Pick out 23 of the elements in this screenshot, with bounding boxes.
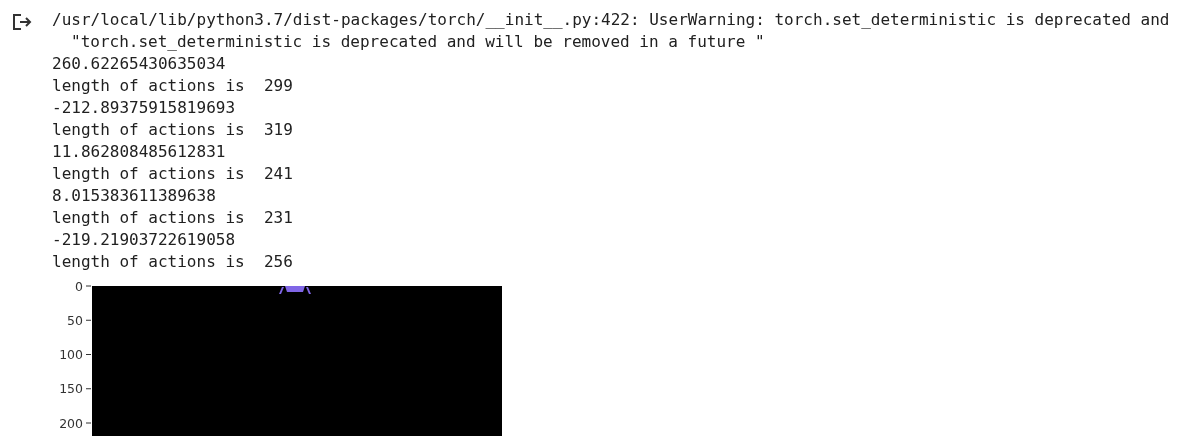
tick-mark (85, 285, 92, 287)
tick-label: 200 (59, 415, 83, 431)
output-line: length of actions is 241 (52, 163, 293, 185)
tick-label: 100 (59, 347, 83, 362)
output-line: length of actions is 319 (52, 119, 293, 141)
output-line: "torch.set_deterministic is deprecated and will be removed in a future " (70, 31, 765, 53)
output-line: -212.89375915819693 (52, 97, 236, 119)
tick-mark (85, 388, 92, 390)
output-line: 8.015383611389638 (52, 185, 216, 207)
output-line: -219.21903722619058 (52, 229, 236, 251)
tick-mark (85, 422, 92, 424)
output-line: length of actions is 231 (52, 207, 293, 229)
tick-label: 0 (75, 280, 83, 294)
tick-mark (85, 354, 92, 355)
output-line: length of actions is 299 (52, 75, 293, 97)
tick-label: 150 (59, 381, 83, 397)
output-icon (12, 13, 32, 31)
tick-mark (85, 319, 92, 321)
tick-label: 50 (67, 312, 83, 328)
output-line: 260.62265430635034 (52, 53, 226, 75)
output-line: 11.862808485612831 (52, 141, 226, 163)
output-line: /usr/local/lib/python3.7/dist-packages/torch/__init__.py:422: UserWarning: torch.set_deterministic is deprecated and (52, 9, 1170, 31)
output-line: length of actions is 256 (52, 251, 293, 273)
